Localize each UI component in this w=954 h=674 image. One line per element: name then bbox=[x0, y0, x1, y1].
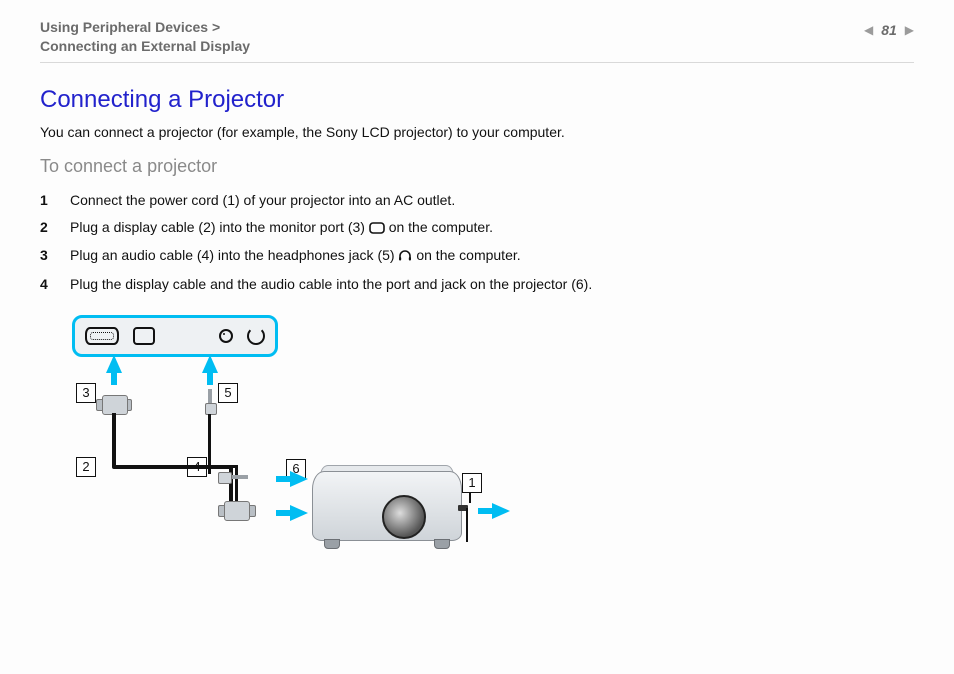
procedure-heading: To connect a projector bbox=[40, 156, 914, 177]
headphones-port-icon bbox=[247, 327, 265, 345]
callout-5: 5 bbox=[218, 383, 238, 403]
page-nav: ◀ 81 ▶ bbox=[864, 22, 914, 38]
page-content: Connecting a Projector You can connect a… bbox=[40, 86, 914, 575]
arrow-up-icon bbox=[106, 355, 122, 373]
cable bbox=[208, 465, 238, 468]
aux-port-icon bbox=[219, 329, 233, 343]
section-title: Connecting a Projector bbox=[40, 86, 914, 114]
audio-plug-icon bbox=[218, 472, 254, 482]
callout-3: 3 bbox=[76, 383, 96, 403]
cable bbox=[112, 437, 116, 467]
breadcrumb: Using Peripheral Devices > Connecting an… bbox=[40, 18, 250, 56]
connection-diagram: 3 5 2 4 6 bbox=[72, 315, 542, 575]
step-2: Plug a display cable (2) into the monito… bbox=[40, 214, 914, 243]
vga-plug-icon bbox=[220, 501, 254, 527]
cable bbox=[235, 465, 238, 505]
computer-port-panel bbox=[72, 315, 278, 357]
breadcrumb-line-2: Connecting an External Display bbox=[40, 37, 250, 56]
vga-plug-icon bbox=[98, 395, 130, 419]
breadcrumb-line-1: Using Peripheral Devices > bbox=[40, 18, 250, 37]
projector-icon bbox=[312, 465, 462, 549]
step-3: Plug an audio cable (4) into the headpho… bbox=[40, 242, 914, 271]
arrow-right-icon bbox=[290, 505, 308, 521]
headphones-icon bbox=[398, 244, 412, 271]
step-text-post: on the computer. bbox=[416, 247, 520, 263]
monitor-port-icon bbox=[369, 216, 385, 243]
arrow-right-icon bbox=[492, 503, 510, 519]
vga-port-icon bbox=[85, 327, 119, 345]
steps-list: Connect the power cord (1) of your proje… bbox=[40, 187, 914, 297]
step-text: Connect the power cord (1) of your proje… bbox=[70, 192, 455, 208]
intro-text: You can connect a projector (for example… bbox=[40, 124, 914, 140]
callout-1: 1 bbox=[462, 473, 482, 493]
prev-page-icon[interactable]: ◀ bbox=[864, 23, 873, 37]
step-text-pre: Plug a display cable (2) into the monito… bbox=[70, 219, 369, 235]
header-rule bbox=[40, 62, 914, 63]
next-page-icon[interactable]: ▶ bbox=[905, 23, 914, 37]
step-text: Plug the display cable and the audio cab… bbox=[70, 276, 592, 292]
step-4: Plug the display cable and the audio cab… bbox=[40, 271, 914, 298]
monitor-port-shape-icon bbox=[133, 327, 155, 345]
step-text-post: on the computer. bbox=[389, 219, 493, 235]
arrow-right-icon bbox=[290, 471, 308, 487]
step-1: Connect the power cord (1) of your proje… bbox=[40, 187, 914, 214]
arrow-up-icon bbox=[202, 355, 218, 373]
callout-2: 2 bbox=[76, 457, 96, 477]
audio-plug-icon bbox=[204, 389, 216, 429]
step-text-pre: Plug an audio cable (4) into the headpho… bbox=[70, 247, 398, 263]
page-number: 81 bbox=[881, 22, 897, 38]
